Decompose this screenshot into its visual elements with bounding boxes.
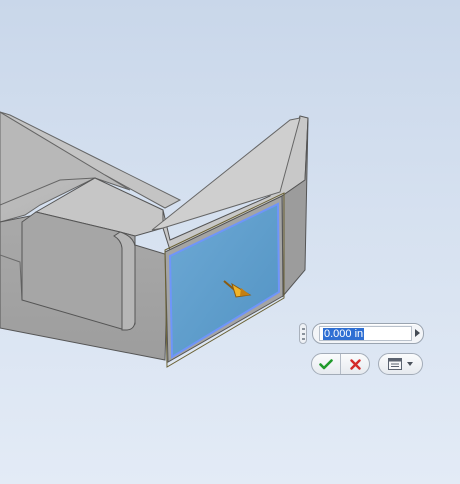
distance-input[interactable]: 0.000 in [319, 326, 412, 341]
apply-button[interactable] [312, 354, 340, 374]
distance-value: 0.000 in [323, 327, 365, 340]
drag-grip-icon[interactable] [299, 323, 307, 344]
cancel-button[interactable] [340, 354, 369, 374]
options-button[interactable] [378, 353, 423, 375]
distance-field[interactable]: 0.000 in [312, 323, 424, 344]
3d-viewport[interactable] [0, 0, 460, 484]
green-checkmark-icon [319, 358, 333, 369]
apply-cancel-group [311, 353, 370, 375]
red-x-icon [349, 358, 361, 370]
triangle-right-icon[interactable] [415, 329, 420, 337]
list-options-icon [388, 358, 402, 370]
chevron-down-icon [407, 362, 413, 366]
part-model [0, 111, 309, 368]
